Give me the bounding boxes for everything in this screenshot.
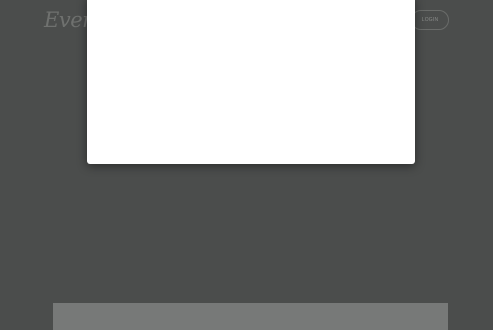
modal-dialog[interactable]: [87, 0, 415, 164]
login-button[interactable]: LOGIN: [411, 10, 449, 30]
content-panel: [53, 303, 448, 330]
